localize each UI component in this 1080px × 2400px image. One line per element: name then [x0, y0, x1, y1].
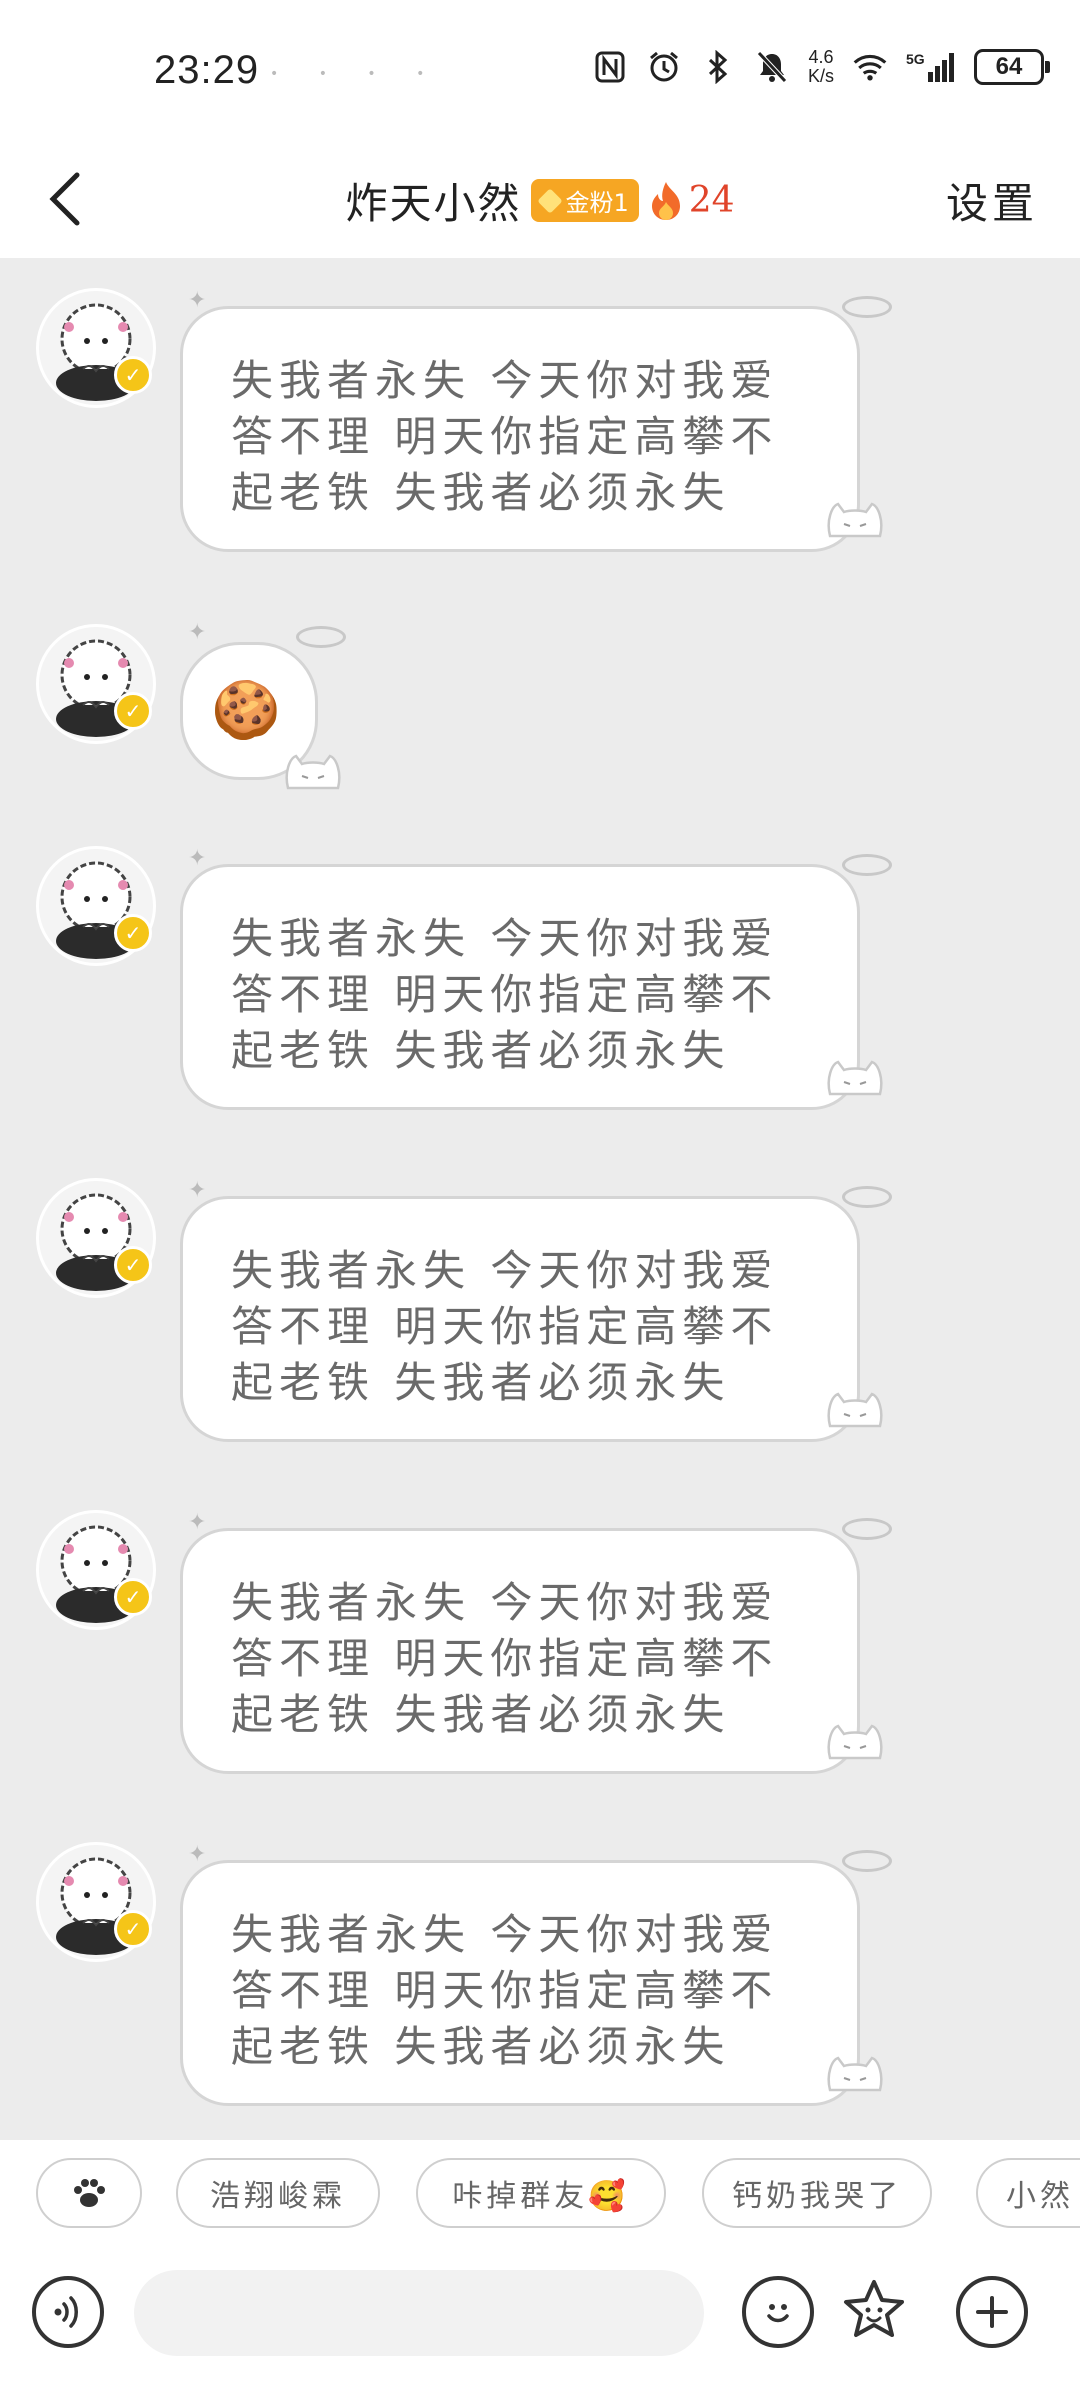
paw-icon — [74, 2179, 105, 2207]
svg-text:5G: 5G — [906, 51, 925, 67]
input-bar — [0, 2250, 1080, 2400]
chat-title: 炸天小然 — [345, 179, 522, 228]
verified-icon: ✓ — [114, 1578, 152, 1616]
chat-message-list[interactable]: ✓ ✦ 失我者永失 今天你对我爱答不理 明天你指定高攀不起老铁 失我者必须永失 … — [0, 258, 1080, 2140]
sparkle-icon: ✦ — [188, 1510, 207, 1535]
wifi-icon — [852, 49, 888, 85]
cat-face-icon — [827, 502, 883, 538]
settings-button[interactable]: 设置 — [946, 170, 1038, 231]
verified-icon: ✓ — [114, 914, 152, 952]
battery-icon: 64 — [974, 49, 1050, 85]
status-icons: 4.6 K/s 5G 64 — [592, 47, 1050, 86]
cat-face-icon — [827, 1060, 883, 1096]
smiley-icon — [767, 2304, 789, 2323]
halo-icon — [296, 626, 346, 648]
mute-icon — [754, 49, 790, 85]
fire-streak: 24 — [649, 180, 735, 222]
quick-reply-bar: 浩翔峻霖 咔掉群友🥰 钙奶我哭了 小然 — [0, 2140, 1080, 2250]
status-bar: 23:29 • • • • 4.6 K/s 5G 64 — [0, 0, 1080, 140]
add-button[interactable] — [956, 2276, 1028, 2348]
title-group: 炸天小然 金粉1 24 — [0, 170, 1080, 231]
sparkle-icon: ✦ — [188, 1842, 207, 1867]
message-bubble[interactable]: 失我者永失 今天你对我爱答不理 明天你指定高攀不起老铁 失我者必须永失 — [180, 1196, 860, 1442]
fan-badge: 金粉1 — [531, 179, 639, 222]
verified-icon: ✓ — [114, 1246, 152, 1284]
verified-icon: ✓ — [114, 356, 152, 394]
fire-icon — [651, 181, 680, 220]
bluetooth-icon — [700, 49, 736, 85]
message-input[interactable] — [134, 2270, 704, 2356]
sparkle-icon: ✦ — [188, 846, 207, 871]
verified-icon: ✓ — [114, 692, 152, 730]
cat-face-icon — [827, 2056, 883, 2092]
halo-icon — [842, 1518, 892, 1540]
cat-face-icon — [827, 1392, 883, 1428]
sparkle-icon: ✦ — [188, 620, 207, 645]
quick-reply-chip[interactable]: 咔掉群友🥰 — [416, 2158, 666, 2228]
verified-icon: ✓ — [114, 1910, 152, 1948]
net-speed: 4.6 K/s — [807, 47, 834, 86]
halo-icon — [842, 1850, 892, 1872]
status-time: 23:29 — [154, 48, 260, 92]
sparkle-icon: ✦ — [188, 1178, 207, 1203]
cat-face-icon — [827, 1724, 883, 1760]
sparkle-icon: ✦ — [188, 288, 207, 313]
message-bubble[interactable]: 失我者永失 今天你对我爱答不理 明天你指定高攀不起老铁 失我者必须永失 — [180, 306, 860, 552]
halo-icon — [842, 854, 892, 876]
emoji-button[interactable] — [742, 2276, 814, 2348]
message-bubble[interactable]: 失我者永失 今天你对我爱答不理 明天你指定高攀不起老铁 失我者必须永失 — [180, 864, 860, 1110]
plus-icon — [976, 2296, 1008, 2328]
gem-icon — [537, 187, 564, 214]
quick-reply-chip[interactable]: 小然 — [976, 2158, 1080, 2228]
quick-reply-chip[interactable]: 钙奶我哭了 — [702, 2158, 932, 2228]
sticker-button[interactable] — [838, 2276, 910, 2348]
cell-signal-icon: 5G — [906, 49, 956, 85]
status-notification-dots: • • • • — [270, 66, 443, 82]
message-bubble[interactable]: 失我者永失 今天你对我爱答不理 明天你指定高攀不起老铁 失我者必须永失 — [180, 1528, 860, 1774]
alarm-icon — [646, 49, 682, 85]
halo-icon — [842, 1186, 892, 1208]
message-bubble[interactable]: 失我者永失 今天你对我爱答不理 明天你指定高攀不起老铁 失我者必须永失 — [180, 1860, 860, 2106]
voice-button[interactable] — [32, 2276, 104, 2348]
nfc-icon — [592, 49, 628, 85]
quick-reply-paw[interactable] — [36, 2158, 142, 2228]
voice-icon — [54, 2296, 78, 2328]
chat-header: 炸天小然 金粉1 24 设置 — [0, 140, 1080, 258]
quick-reply-chip[interactable]: 浩翔峻霖 — [176, 2158, 380, 2228]
star-sticker-icon — [844, 2280, 904, 2337]
cat-face-icon — [285, 754, 341, 790]
halo-icon — [842, 296, 892, 318]
